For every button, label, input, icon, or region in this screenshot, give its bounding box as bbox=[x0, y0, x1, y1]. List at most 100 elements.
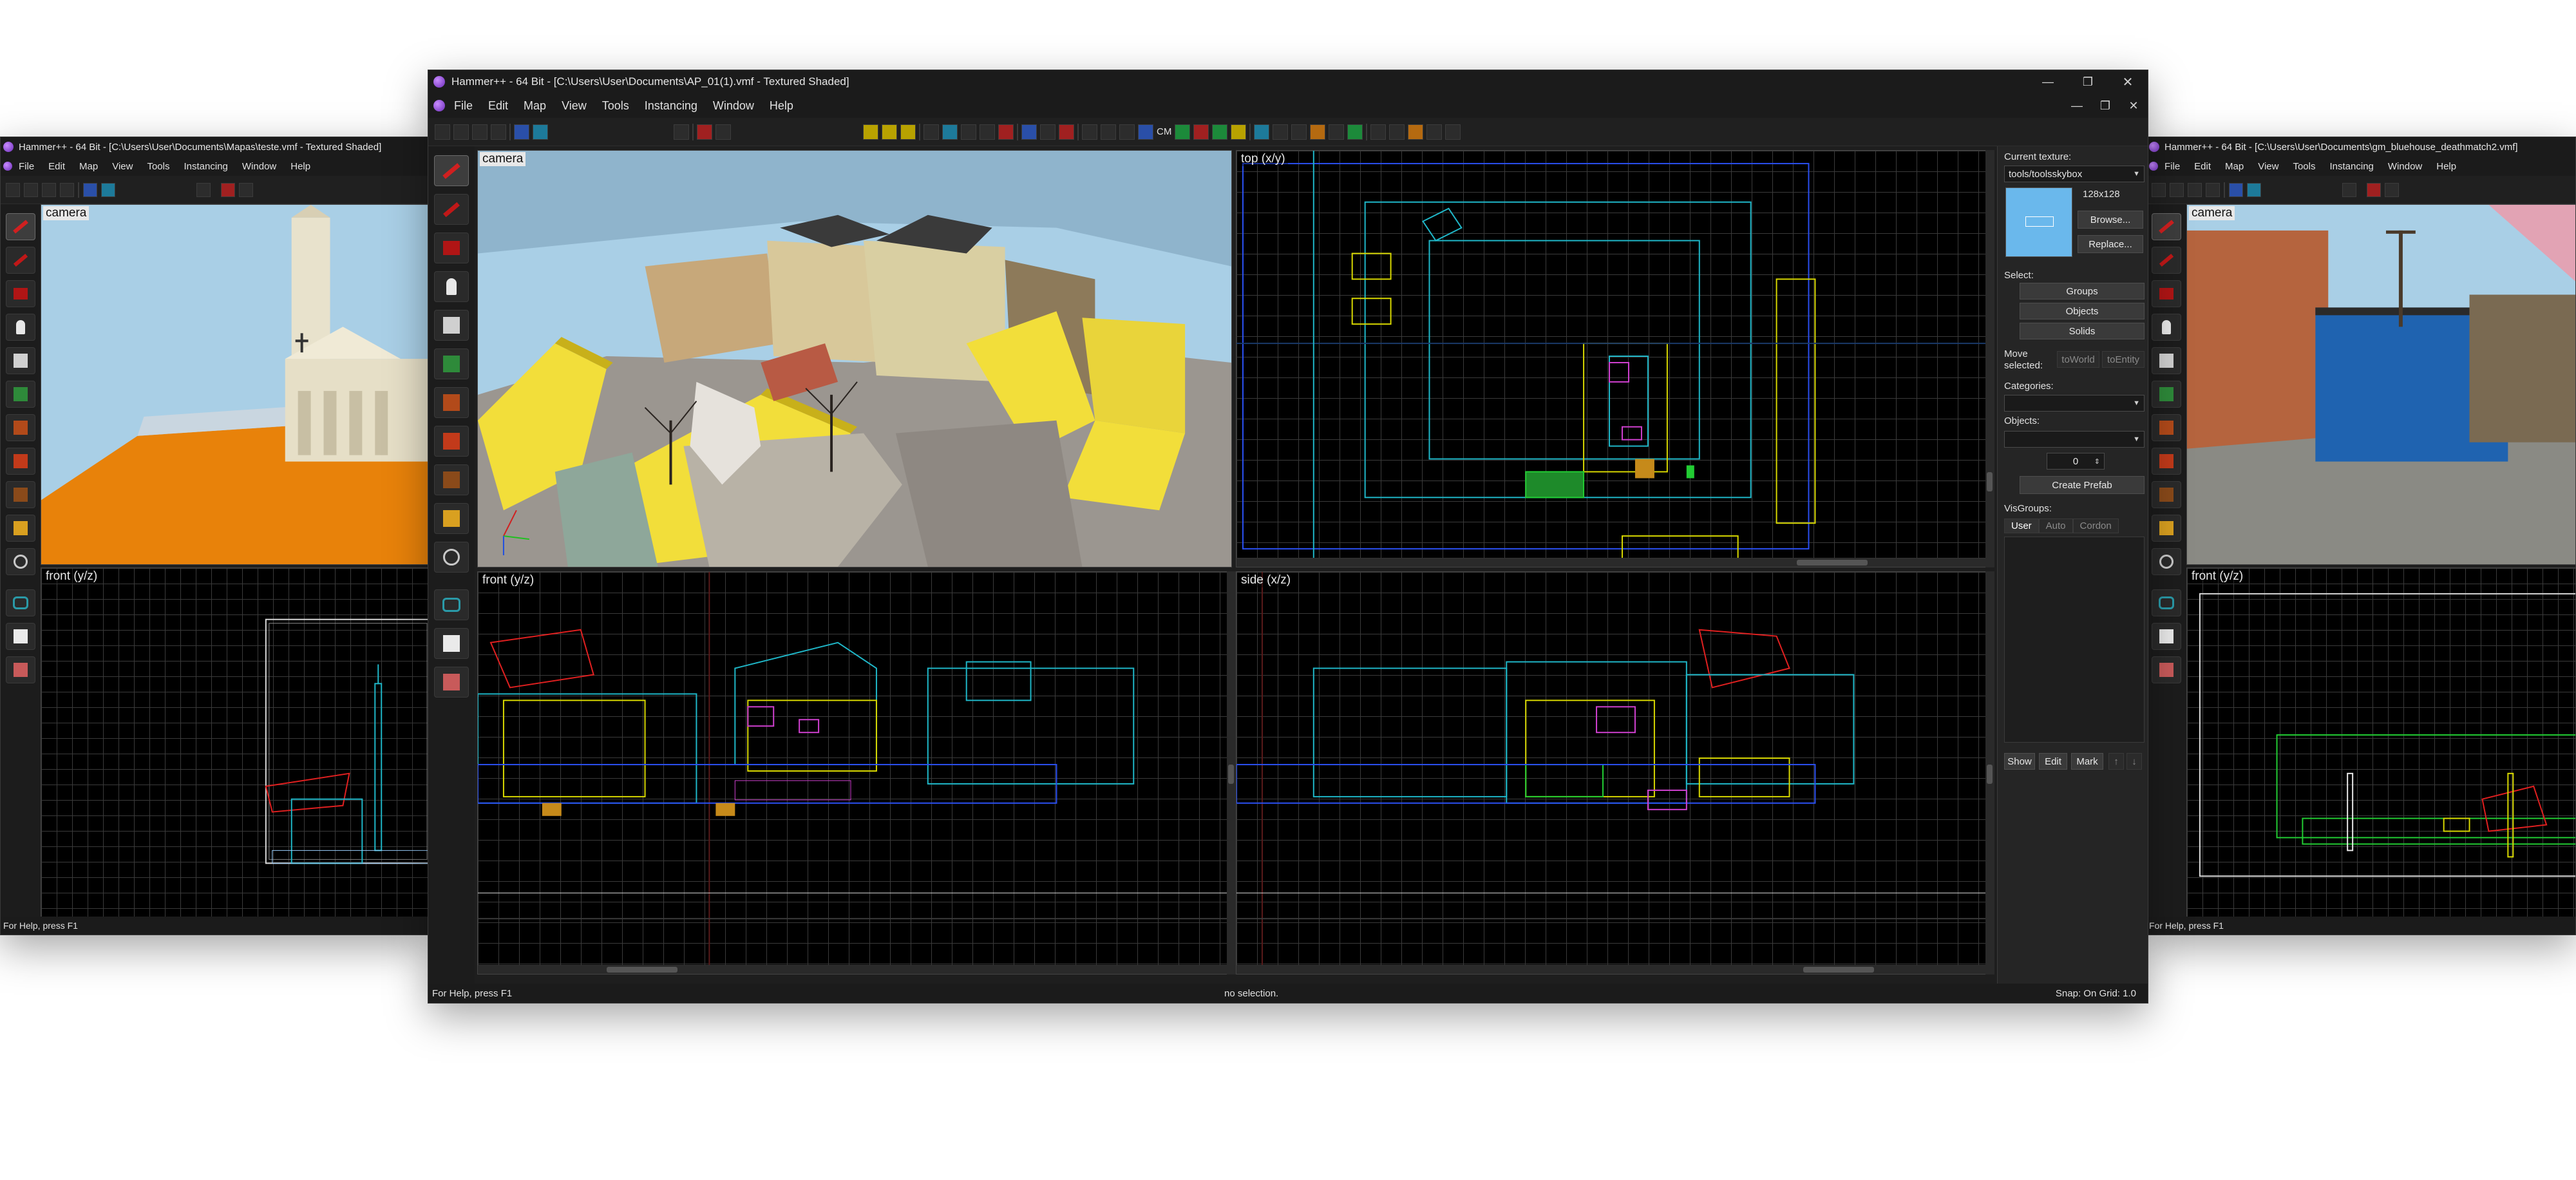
grid-smaller-icon[interactable] bbox=[453, 124, 469, 140]
main-camera-viewport[interactable]: camera bbox=[477, 150, 1232, 567]
texture-tool-icon[interactable] bbox=[6, 381, 35, 408]
menu-file[interactable]: File bbox=[19, 161, 34, 172]
rotate-icon[interactable] bbox=[1329, 124, 1345, 140]
grid-toggle-icon[interactable] bbox=[2152, 182, 2166, 197]
carve-icon[interactable] bbox=[83, 182, 97, 197]
edit-button[interactable]: Edit bbox=[2039, 753, 2067, 770]
cordon-icon[interactable] bbox=[1021, 124, 1037, 140]
menu-edit[interactable]: Edit bbox=[2194, 161, 2211, 172]
menu-file[interactable]: File bbox=[2164, 161, 2180, 172]
cube-red-icon[interactable] bbox=[2152, 656, 2181, 683]
texture-scale-lock-icon[interactable] bbox=[882, 124, 897, 140]
red-toggle-icon[interactable] bbox=[1193, 124, 1209, 140]
entity-tool-icon[interactable] bbox=[6, 314, 35, 341]
decal-tool-icon[interactable] bbox=[2152, 448, 2181, 475]
main-side-viewport[interactable]: side (x/z) bbox=[1236, 571, 1994, 975]
origin-icon[interactable] bbox=[1347, 124, 1363, 140]
hide-icon[interactable] bbox=[697, 124, 712, 140]
radius-culling-icon[interactable] bbox=[1040, 124, 1056, 140]
green-toggle-icon[interactable] bbox=[1175, 124, 1191, 140]
categories-dropdown[interactable]: ▼ bbox=[2004, 395, 2145, 412]
menu-window[interactable]: Window bbox=[713, 99, 754, 113]
decal-tool-icon[interactable] bbox=[434, 426, 469, 457]
right-front-viewport[interactable]: front (y/z) bbox=[2186, 567, 2575, 918]
right-hammer-window[interactable]: Hammer++ - 64 Bit - [C:\Users\User\Docum… bbox=[2146, 137, 2576, 935]
snap-icon[interactable] bbox=[60, 182, 74, 197]
menu-edit[interactable]: Edit bbox=[48, 161, 65, 172]
right-title-bar[interactable]: Hammer++ - 64 Bit - [C:\Users\User\Docum… bbox=[2146, 137, 2575, 157]
carve-icon[interactable] bbox=[2229, 182, 2243, 197]
menu-instancing[interactable]: Instancing bbox=[184, 161, 228, 172]
to-entity-button[interactable]: toEntity bbox=[2102, 351, 2145, 368]
block-tool-icon[interactable] bbox=[6, 347, 35, 374]
select-groups-icon[interactable] bbox=[942, 124, 958, 140]
camera-tool-icon[interactable] bbox=[434, 233, 469, 263]
run-map-icon[interactable] bbox=[1082, 124, 1097, 140]
menu-view[interactable]: View bbox=[562, 99, 587, 113]
minimize-icon[interactable]: — bbox=[2028, 70, 2068, 93]
menu-view[interactable]: View bbox=[112, 161, 133, 172]
magnify-tool-icon[interactable] bbox=[434, 194, 469, 225]
show-button[interactable]: Show bbox=[2004, 753, 2035, 770]
menu-map[interactable]: Map bbox=[79, 161, 98, 172]
texture-apply-icon[interactable] bbox=[900, 124, 916, 140]
models-icon[interactable] bbox=[1138, 124, 1153, 140]
overlay-tool-icon[interactable] bbox=[2152, 481, 2181, 508]
snap-icon[interactable] bbox=[2206, 182, 2220, 197]
main-hammer-window[interactable]: Hammer++ - 64 Bit - [C:\Users\User\Docum… bbox=[428, 70, 2148, 1004]
main-front-viewport[interactable]: front (y/z) bbox=[477, 571, 1232, 975]
fire-icon[interactable] bbox=[1408, 124, 1424, 140]
grid-smaller-icon[interactable] bbox=[2170, 182, 2184, 197]
apply-texture-icon[interactable] bbox=[434, 387, 469, 418]
menu-window[interactable]: Window bbox=[242, 161, 276, 172]
horizontal-scrollbar[interactable] bbox=[1236, 965, 1994, 974]
sprite-icon[interactable] bbox=[1389, 124, 1405, 140]
menu-tools[interactable]: Tools bbox=[602, 99, 629, 113]
group-icon[interactable] bbox=[101, 182, 115, 197]
ungroup-icon[interactable] bbox=[2342, 182, 2356, 197]
clip-tool-icon[interactable] bbox=[6, 515, 35, 542]
menu-tools[interactable]: Tools bbox=[147, 161, 169, 172]
solids-button[interactable]: Solids bbox=[2020, 323, 2145, 339]
to-world-button[interactable]: toWorld bbox=[2057, 351, 2099, 368]
check-map-icon[interactable] bbox=[1119, 124, 1135, 140]
cube-red-icon[interactable] bbox=[434, 667, 469, 698]
left-hammer-window[interactable]: Hammer++ - 64 Bit - [C:\Users\User\Docum… bbox=[0, 137, 430, 935]
menu-help[interactable]: Help bbox=[770, 99, 793, 113]
objects-count-spinner[interactable]: 0 ⇕ bbox=[2047, 453, 2105, 470]
cube-white-icon[interactable] bbox=[434, 628, 469, 659]
overlay-tool-icon[interactable] bbox=[434, 464, 469, 495]
hide-icon[interactable] bbox=[2367, 182, 2381, 197]
menu-view[interactable]: View bbox=[2258, 161, 2278, 172]
select-objects-icon[interactable] bbox=[961, 124, 976, 140]
clip-tool-icon[interactable] bbox=[434, 503, 469, 534]
right-camera-viewport[interactable]: camera bbox=[2186, 204, 2575, 565]
align-icon[interactable] bbox=[1273, 124, 1289, 140]
tab-user[interactable]: User bbox=[2004, 519, 2039, 533]
selection-tool-icon[interactable] bbox=[2152, 213, 2181, 240]
carve-icon[interactable] bbox=[514, 124, 529, 140]
cube-white-icon[interactable] bbox=[6, 623, 35, 650]
vertex-tool-icon[interactable] bbox=[2152, 548, 2181, 575]
grid-toggle-icon[interactable] bbox=[6, 182, 20, 197]
vertex-tool-icon[interactable] bbox=[6, 548, 35, 575]
groups-button[interactable]: Groups bbox=[2020, 283, 2145, 300]
group-icon[interactable] bbox=[533, 124, 548, 140]
entity-tool-icon[interactable] bbox=[434, 271, 469, 302]
scale-icon[interactable] bbox=[1310, 124, 1326, 140]
grid-larger-icon[interactable] bbox=[472, 124, 488, 140]
vertical-scrollbar[interactable] bbox=[1985, 571, 1994, 975]
hide-icon[interactable] bbox=[221, 182, 235, 197]
show-icon[interactable] bbox=[2385, 182, 2399, 197]
texture-preview[interactable] bbox=[2005, 187, 2072, 257]
menu-map[interactable]: Map bbox=[2225, 161, 2244, 172]
flip-icon[interactable] bbox=[1291, 124, 1307, 140]
transform-icon[interactable] bbox=[1254, 124, 1270, 140]
entity-report-icon[interactable] bbox=[998, 124, 1014, 140]
decal-tool-icon[interactable] bbox=[6, 448, 35, 475]
vertical-scrollbar[interactable] bbox=[1985, 150, 1994, 567]
settings-icon[interactable] bbox=[1445, 124, 1461, 140]
vertex-tool-icon[interactable] bbox=[434, 542, 469, 573]
clip-tool-icon[interactable] bbox=[2152, 515, 2181, 542]
wireframe-icon[interactable] bbox=[1059, 124, 1074, 140]
